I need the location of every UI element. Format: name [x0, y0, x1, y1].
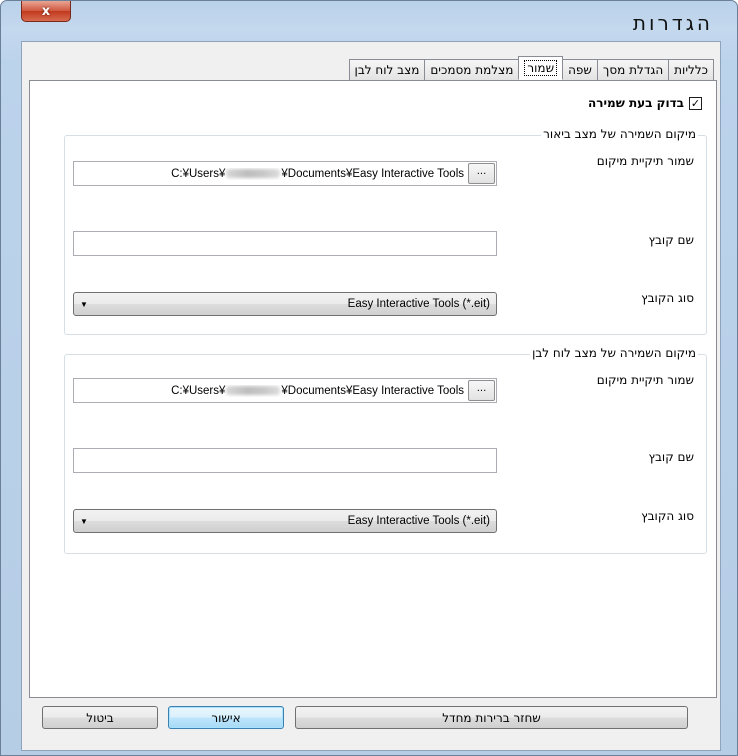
group-title: מיקום השמירה של מצב ביאור [541, 127, 698, 141]
tab-save[interactable]: שמור [518, 56, 564, 80]
close-icon: x [41, 3, 51, 19]
cancel-button[interactable]: ביטול [42, 706, 158, 729]
tab-general[interactable]: כלליות [668, 59, 714, 80]
filename-input[interactable] [73, 448, 497, 473]
chevron-down-icon: ▼ [80, 516, 88, 526]
save-folder-field[interactable]: C:¥Users¥ ¥Documents¥Easy Interactive Too… [73, 378, 497, 403]
check-on-save-option[interactable]: ✓ בדוק בעת שמירה [588, 96, 702, 110]
tab-label: כלליות [674, 63, 708, 77]
dialog-client-area: כלליות הגדלת מסך שפה שמור מצלמת מסמכים מ… [21, 41, 721, 751]
filetype-label: סוג הקובץ [641, 291, 694, 305]
check-on-save-checkbox[interactable]: ✓ [689, 96, 702, 110]
tab-document-camera[interactable]: מצלמת מסמכים [424, 59, 520, 80]
whiteboard-save-group: מיקום השמירה של מצב לוח לבן שמור תיקיית … [64, 346, 707, 554]
filetype-value: Easy Interactive Tools (*.eit) [347, 298, 490, 310]
check-on-save-label: בדוק בעת שמירה [588, 96, 684, 110]
save-folder-label: שמור תיקיית מיקום [596, 154, 694, 168]
tab-whiteboard-mode[interactable]: מצב לוח לבן [348, 59, 426, 80]
tab-zoom[interactable]: הגדלת מסך [596, 59, 670, 80]
tab-strip: כלליות הגדלת מסך שפה שמור מצלמת מסמכים מ… [348, 56, 714, 80]
window-title: הגדרות [632, 11, 713, 35]
filetype-value: Easy Interactive Tools (*.eit) [347, 515, 490, 527]
close-button[interactable]: x [21, 1, 71, 22]
chevron-down-icon: ▼ [80, 299, 88, 309]
settings-dialog: x הגדרות כלליות הגדלת מסך שפה שמור מצלמת… [0, 0, 738, 756]
tab-label: מצב לוח לבן [354, 63, 420, 77]
group-title: מיקום השמירה של מצב לוח לבן [530, 346, 698, 360]
filename-input[interactable] [73, 231, 497, 256]
tab-label: שפה [568, 63, 592, 77]
filetype-select[interactable]: ▼ Easy Interactive Tools (*.eit) [73, 292, 497, 316]
tab-label: שמור [524, 60, 558, 76]
path-suffix: ¥Documents¥Easy Interactive Tools [281, 384, 464, 397]
save-tab-panel: ✓ בדוק בעת שמירה מיקום השמירה של מצב ביא… [29, 80, 717, 698]
save-folder-label: שמור תיקיית מיקום [596, 373, 694, 387]
tab-label: הגדלת מסך [602, 63, 664, 77]
redacted-username [226, 169, 281, 178]
tab-language[interactable]: שפה [562, 59, 598, 80]
redacted-username [226, 386, 281, 395]
path-prefix: C:¥Users¥ [171, 167, 226, 180]
save-folder-field[interactable]: C:¥Users¥ ¥Documents¥Easy Interactive Too… [73, 161, 497, 186]
ok-button[interactable]: אישור [168, 706, 284, 729]
path-prefix: C:¥Users¥ [171, 384, 226, 397]
annotation-save-group: מיקום השמירה של מצב ביאור שמור תיקיית מי… [64, 127, 707, 335]
filename-label: שם קובץ [648, 450, 694, 464]
restore-defaults-button[interactable]: שחזר ברירות מחדל [295, 706, 688, 729]
filename-label: שם קובץ [648, 233, 694, 247]
path-suffix: ¥Documents¥Easy Interactive Tools [281, 167, 464, 180]
filetype-label: סוג הקובץ [641, 509, 694, 523]
filetype-select[interactable]: ▼ Easy Interactive Tools (*.eit) [73, 509, 497, 533]
tab-label: מצלמת מסמכים [430, 63, 514, 77]
browse-folder-button[interactable]: ... [468, 380, 495, 401]
browse-folder-button[interactable]: ... [468, 163, 495, 184]
